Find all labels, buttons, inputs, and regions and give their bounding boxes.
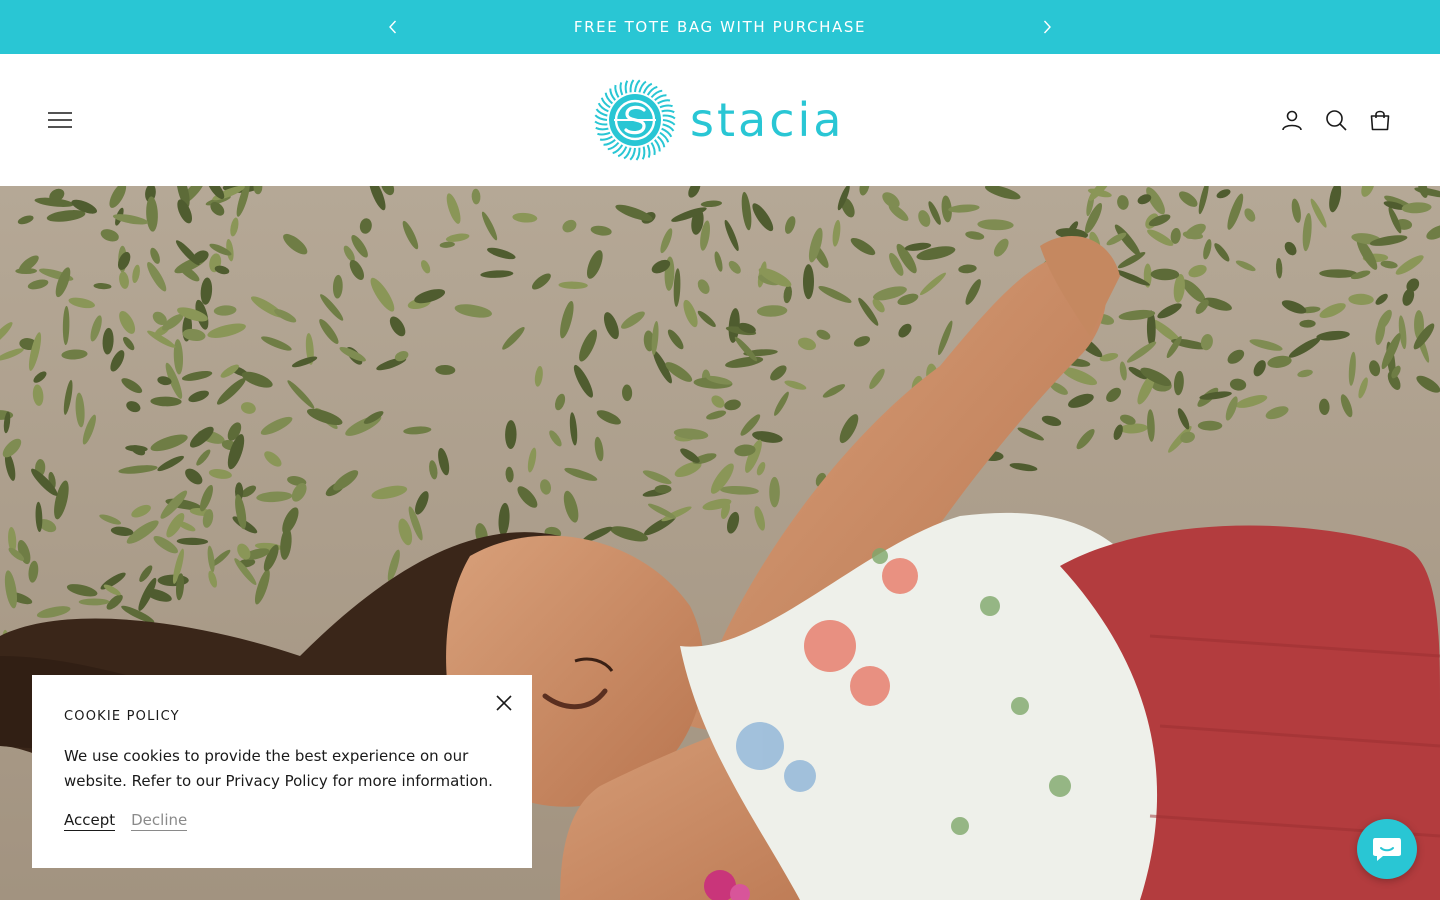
shopping-bag-icon[interactable] bbox=[1368, 108, 1392, 132]
chevron-right-icon[interactable] bbox=[1037, 17, 1057, 37]
cookie-text: We use cookies to provide the best exper… bbox=[64, 747, 493, 790]
announcement-bar: FREE TOTE BAG WITH PURCHASE bbox=[0, 0, 1440, 54]
site-logo[interactable]: stacia bbox=[594, 79, 846, 161]
chevron-left-icon[interactable] bbox=[383, 17, 403, 37]
chat-bubble-icon bbox=[1373, 838, 1401, 861]
chat-button[interactable] bbox=[1357, 819, 1417, 879]
cookie-popup: COOKIE POLICY We use cookies to provide … bbox=[32, 675, 532, 868]
cookie-title: COOKIE POLICY bbox=[64, 709, 180, 724]
close-icon[interactable] bbox=[494, 693, 514, 713]
logo-wordmark: stacia bbox=[690, 93, 845, 147]
hamburger-menu-icon[interactable] bbox=[46, 109, 74, 131]
accept-button[interactable]: Accept bbox=[64, 811, 116, 831]
account-icon[interactable] bbox=[1280, 108, 1304, 132]
decline-button[interactable]: Decline bbox=[131, 811, 188, 831]
cookie-actions: Accept Decline bbox=[64, 811, 500, 831]
site-header: stacia bbox=[0, 54, 1440, 186]
logo-emblem-icon bbox=[594, 79, 676, 161]
search-icon[interactable] bbox=[1324, 108, 1348, 132]
announcement-text: FREE TOTE BAG WITH PURCHASE bbox=[573, 18, 867, 36]
